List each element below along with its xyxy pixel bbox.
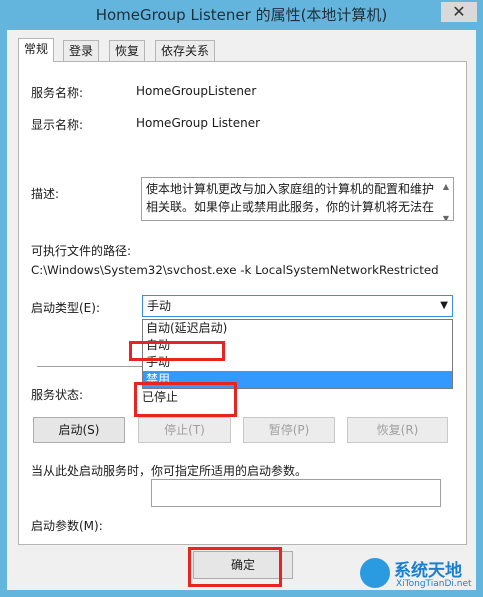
path-label: 可执行文件的路径:	[31, 244, 132, 258]
watermark-url: XiTongTianDi.net	[396, 579, 472, 589]
tab-logon[interactable]: 登录	[63, 40, 100, 61]
description-label: 描述:	[31, 187, 60, 201]
general-panel: 服务名称: HomeGroupListener 显示名称: HomeGroup …	[18, 61, 467, 545]
tab-label: 恢复	[115, 44, 140, 58]
description-line: 相关联。如果停止或禁用此服务，你的计算机将无法在	[146, 200, 435, 214]
tab-label: 依存关系	[161, 44, 210, 58]
startup-type-label: 启动类型(E):	[31, 301, 100, 315]
start-button[interactable]: 启动(S)	[33, 417, 125, 443]
stop-button[interactable]: 停止(T)	[138, 417, 231, 443]
window-title: HomeGroup Listener 的属性(本地计算机)	[95, 6, 388, 24]
service-status-label: 服务状态:	[31, 388, 84, 402]
watermark-name: 系统天地	[394, 561, 462, 581]
option-auto-delayed[interactable]: 自动(延迟启动)	[143, 320, 452, 337]
resume-button[interactable]: 恢复(R)	[347, 417, 448, 443]
tab-dependencies[interactable]: 依存关系	[155, 40, 216, 61]
divider	[37, 366, 142, 367]
path-value: C:\Windows\System32\svchost.exe -k Local…	[31, 263, 439, 277]
window-titlebar[interactable]: HomeGroup Listener 的属性(本地计算机) ✕	[0, 0, 483, 30]
pause-button[interactable]: 暂停(P)	[243, 417, 335, 443]
tab-general[interactable]: 常规	[18, 38, 55, 62]
button-label: 恢复(R)	[376, 423, 419, 437]
startup-type-dropdown: 自动(延迟启动) 自动 手动 禁用	[142, 319, 453, 389]
button-label: 暂停(P)	[268, 423, 310, 437]
display-name-value: HomeGroup Listener	[136, 116, 261, 130]
service-name-value: HomeGroupListener	[136, 84, 257, 98]
display-name-label: 显示名称:	[31, 118, 84, 132]
description-box[interactable]: 使本地计算机更改与加入家庭组的计算机的配置和维护 相关联。如果停止或禁用此服务，…	[141, 177, 454, 221]
button-label: 启动(S)	[58, 423, 100, 437]
description-scrollbar[interactable]: ▲ ▼	[439, 178, 453, 220]
scroll-up-icon[interactable]: ▲	[439, 178, 453, 196]
button-label: 确定	[230, 558, 255, 572]
option-auto[interactable]: 自动	[143, 337, 452, 354]
service-status-value: 已停止	[142, 390, 179, 404]
tab-label: 登录	[69, 44, 94, 58]
start-params-input[interactable]	[151, 479, 441, 507]
tab-label: 常规	[24, 42, 49, 56]
scroll-down-icon[interactable]: ▼	[439, 210, 453, 220]
start-params-label: 启动参数(M):	[31, 519, 103, 533]
startup-type-select[interactable]: 手动 ▼	[142, 295, 453, 317]
option-disabled[interactable]: 禁用	[143, 371, 452, 388]
service-name-label: 服务名称:	[31, 86, 84, 100]
watermark-logo: 系统天地 XiTongTianDi.net	[360, 556, 478, 594]
close-button[interactable]: ✕	[441, 2, 477, 22]
option-manual[interactable]: 手动	[143, 354, 452, 371]
startup-type-value: 手动	[147, 299, 172, 313]
description-line: 使本地计算机更改与加入家庭组的计算机的配置和维护	[146, 182, 435, 196]
tab-recovery[interactable]: 恢复	[109, 40, 146, 61]
dialog-client: 常规 登录 恢复 依存关系 服务名称: HomeGroupListener 显示…	[7, 30, 476, 590]
button-label: 停止(T)	[164, 423, 205, 437]
start-params-hint: 当从此处启动服务时，你可指定所适用的启动参数。	[31, 464, 308, 478]
close-icon: ✕	[452, 2, 466, 21]
globe-icon	[360, 558, 390, 588]
chevron-down-icon[interactable]: ▼	[440, 296, 448, 316]
ok-button[interactable]: 确定	[193, 551, 293, 579]
